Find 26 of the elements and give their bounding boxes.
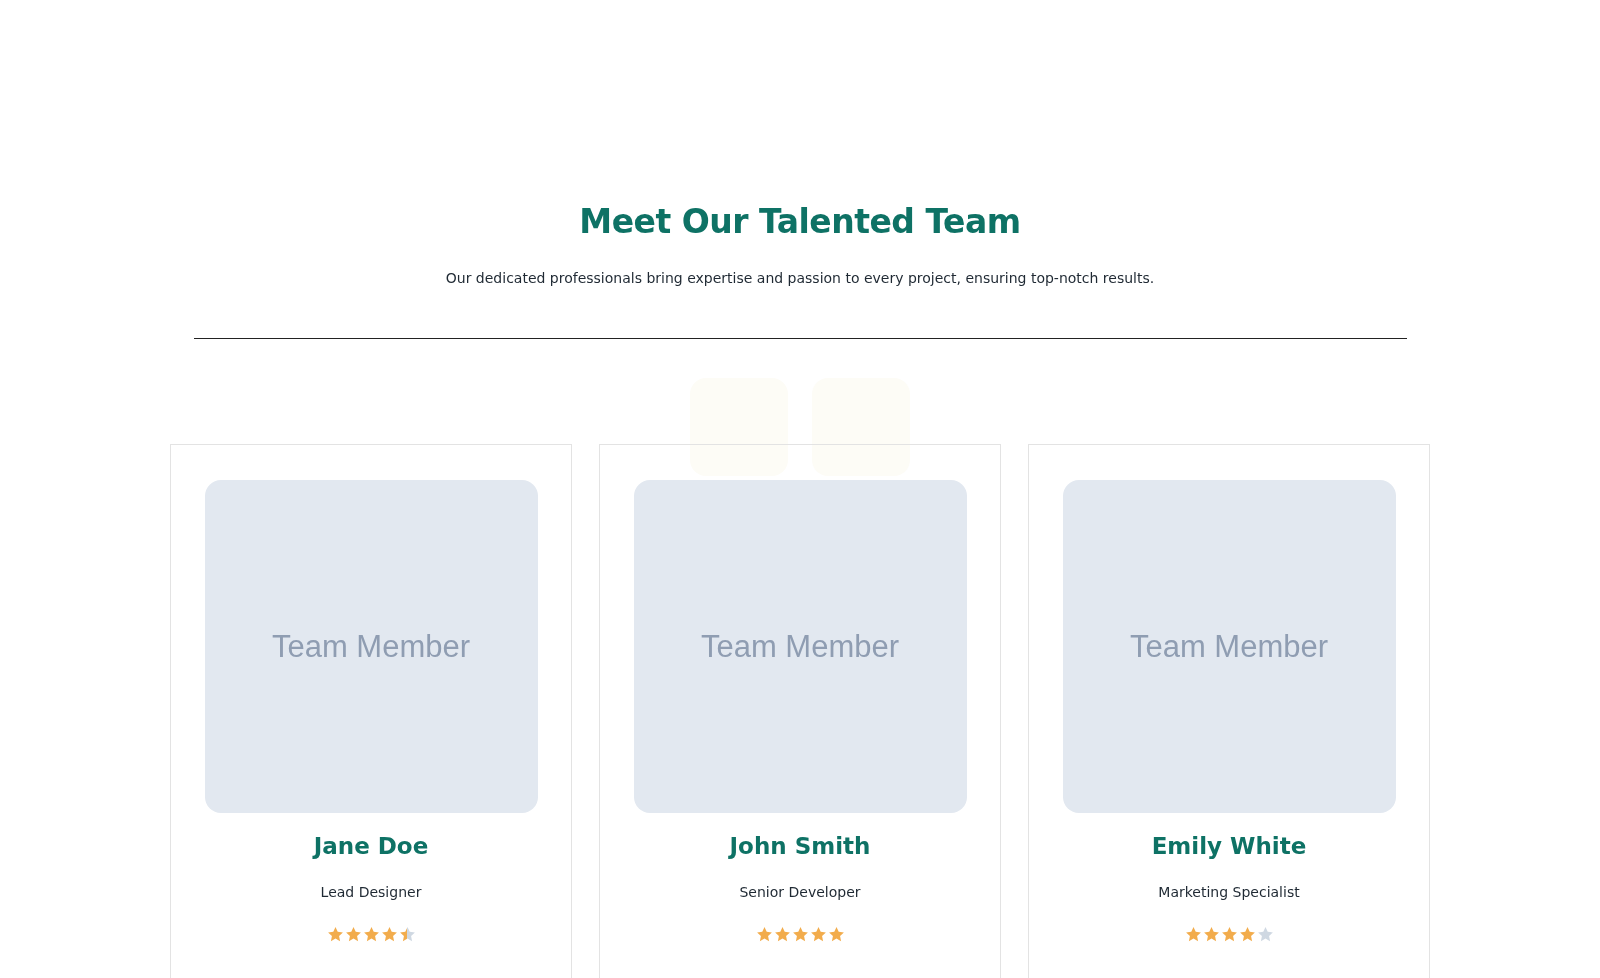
- section-subtitle: Our dedicated professionals bring expertise and passion to every project, ensuring top-notch results.: [444, 269, 1156, 288]
- star-icon: [344, 926, 362, 943]
- star-icon: [1238, 926, 1256, 943]
- star-icon: [791, 926, 809, 943]
- star-icon: [326, 926, 344, 943]
- member-name: Emily White: [1151, 832, 1307, 861]
- star-icon: [755, 926, 773, 943]
- star-icon: [773, 926, 791, 943]
- section-title: Meet Our Talented Team: [578, 201, 1022, 243]
- photo-label: Team Member: [271, 628, 471, 665]
- member-name: John Smith: [729, 832, 871, 861]
- photo-label: Team Member: [1129, 628, 1329, 665]
- photo-label: Team Member: [700, 628, 900, 665]
- star-icon: [1256, 926, 1274, 943]
- member-role: Lead Designer: [320, 883, 422, 902]
- member-role: Senior Developer: [739, 883, 861, 902]
- member-role: Marketing Specialist: [1158, 883, 1300, 902]
- star-icon: [1220, 926, 1238, 943]
- star-icon: [1184, 926, 1202, 943]
- star-icon: [362, 926, 380, 943]
- star-icon: [809, 926, 827, 943]
- star-icon: [827, 926, 845, 943]
- star-icon: [1202, 926, 1220, 943]
- star-icon: [398, 926, 416, 943]
- member-name: Jane Doe: [313, 832, 429, 861]
- star-icon: [380, 926, 398, 943]
